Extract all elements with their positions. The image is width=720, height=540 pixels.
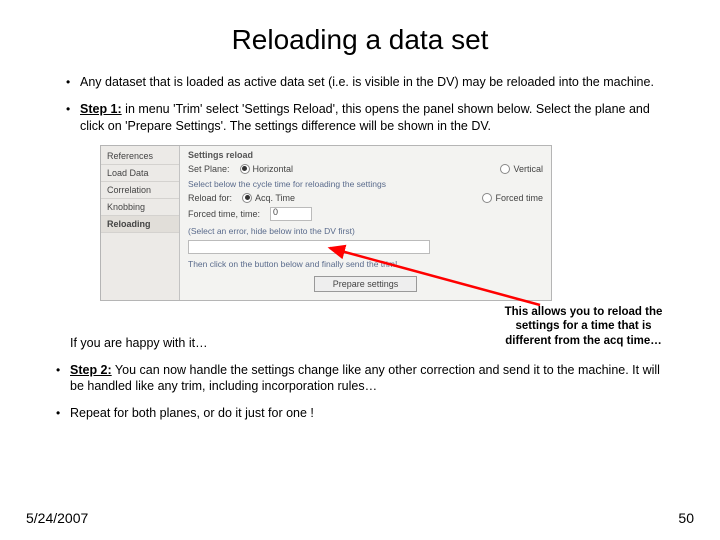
panel-sidebar: References Load Data Correlation Knobbin… — [101, 146, 180, 300]
sidebar-item-load-data[interactable]: Load Data — [101, 165, 179, 182]
plane-vertical-label: Vertical — [513, 164, 543, 174]
panel-main: Settings reload Set Plane: Horizontal Ve… — [180, 146, 551, 300]
sidebar-item-references[interactable]: References — [101, 148, 179, 165]
sidebar-item-correlation[interactable]: Correlation — [101, 182, 179, 199]
prepare-settings-button[interactable]: Prepare settings — [314, 276, 418, 292]
step2-text: You can now handle the settings change l… — [70, 363, 660, 394]
sidebar-item-knobbing[interactable]: Knobbing — [101, 199, 179, 216]
forced-time-label: Forced time, time: — [188, 209, 260, 219]
plane-row: Set Plane: Horizontal Vertical — [188, 164, 543, 174]
forced-time-input[interactable]: 0 — [270, 207, 312, 221]
reload-for-label: Reload for: — [188, 193, 232, 203]
forced-time-value: 0 — [273, 207, 278, 217]
radio-unselected-icon — [500, 164, 510, 174]
bullet-repeat: Repeat for both planes, or do it just fo… — [56, 405, 664, 422]
plane-horizontal-label: Horizontal — [253, 164, 294, 174]
hint-click-button: Then click on the button below and final… — [188, 259, 543, 269]
plane-vertical-radio[interactable]: Vertical — [500, 164, 543, 174]
step1-text: in menu 'Trim' select 'Settings Reload',… — [80, 102, 650, 133]
step2-label: Step 2: — [70, 363, 112, 377]
bullet-step1: Step 1: in menu 'Trim' select 'Settings … — [66, 101, 664, 135]
reload-for-row: Reload for: Acq. Time Forced time — [188, 193, 543, 203]
step1-label: Step 1: — [80, 102, 122, 116]
settings-reload-panel: References Load Data Correlation Knobbin… — [100, 145, 552, 301]
radio-selected-icon — [240, 164, 250, 174]
bullet-step2: Step 2: You can now handle the settings … — [56, 362, 664, 396]
footer-page: 50 — [678, 510, 694, 526]
reload-forced-label: Forced time — [495, 193, 543, 203]
plane-horizontal-radio[interactable]: Horizontal — [240, 164, 294, 174]
hint-select-error: (Select an error, hide below into the DV… — [188, 226, 543, 236]
prepare-row: Prepare settings — [188, 272, 543, 292]
error-input[interactable] — [188, 240, 430, 254]
footer-date: 5/24/2007 — [26, 510, 88, 526]
reload-acq-radio[interactable]: Acq. Time — [242, 193, 295, 203]
radio-selected-icon — [242, 193, 252, 203]
error-input-row — [188, 240, 543, 254]
forced-time-row: Forced time, time: 0 — [188, 207, 543, 221]
sidebar-item-reloading[interactable]: Reloading — [101, 216, 179, 233]
radio-unselected-icon — [482, 193, 492, 203]
hint-select-cycle-time: Select below the cycle time for reloadin… — [188, 179, 543, 189]
plane-label: Set Plane: — [188, 164, 230, 174]
happy-line: If you are happy with it… — [56, 335, 664, 352]
slide-title: Reloading a data set — [26, 24, 694, 56]
top-bullets: Any dataset that is loaded as active dat… — [66, 74, 664, 135]
slide: Reloading a data set Any dataset that is… — [0, 0, 720, 540]
panel-section-title: Settings reload — [188, 150, 543, 160]
lower-bullets: If you are happy with it… Step 2: You ca… — [56, 335, 664, 423]
bullet-intro: Any dataset that is loaded as active dat… — [66, 74, 664, 91]
reload-forced-radio[interactable]: Forced time — [482, 193, 543, 203]
slide-footer: 5/24/2007 50 — [26, 510, 694, 526]
reload-acq-label: Acq. Time — [255, 193, 295, 203]
